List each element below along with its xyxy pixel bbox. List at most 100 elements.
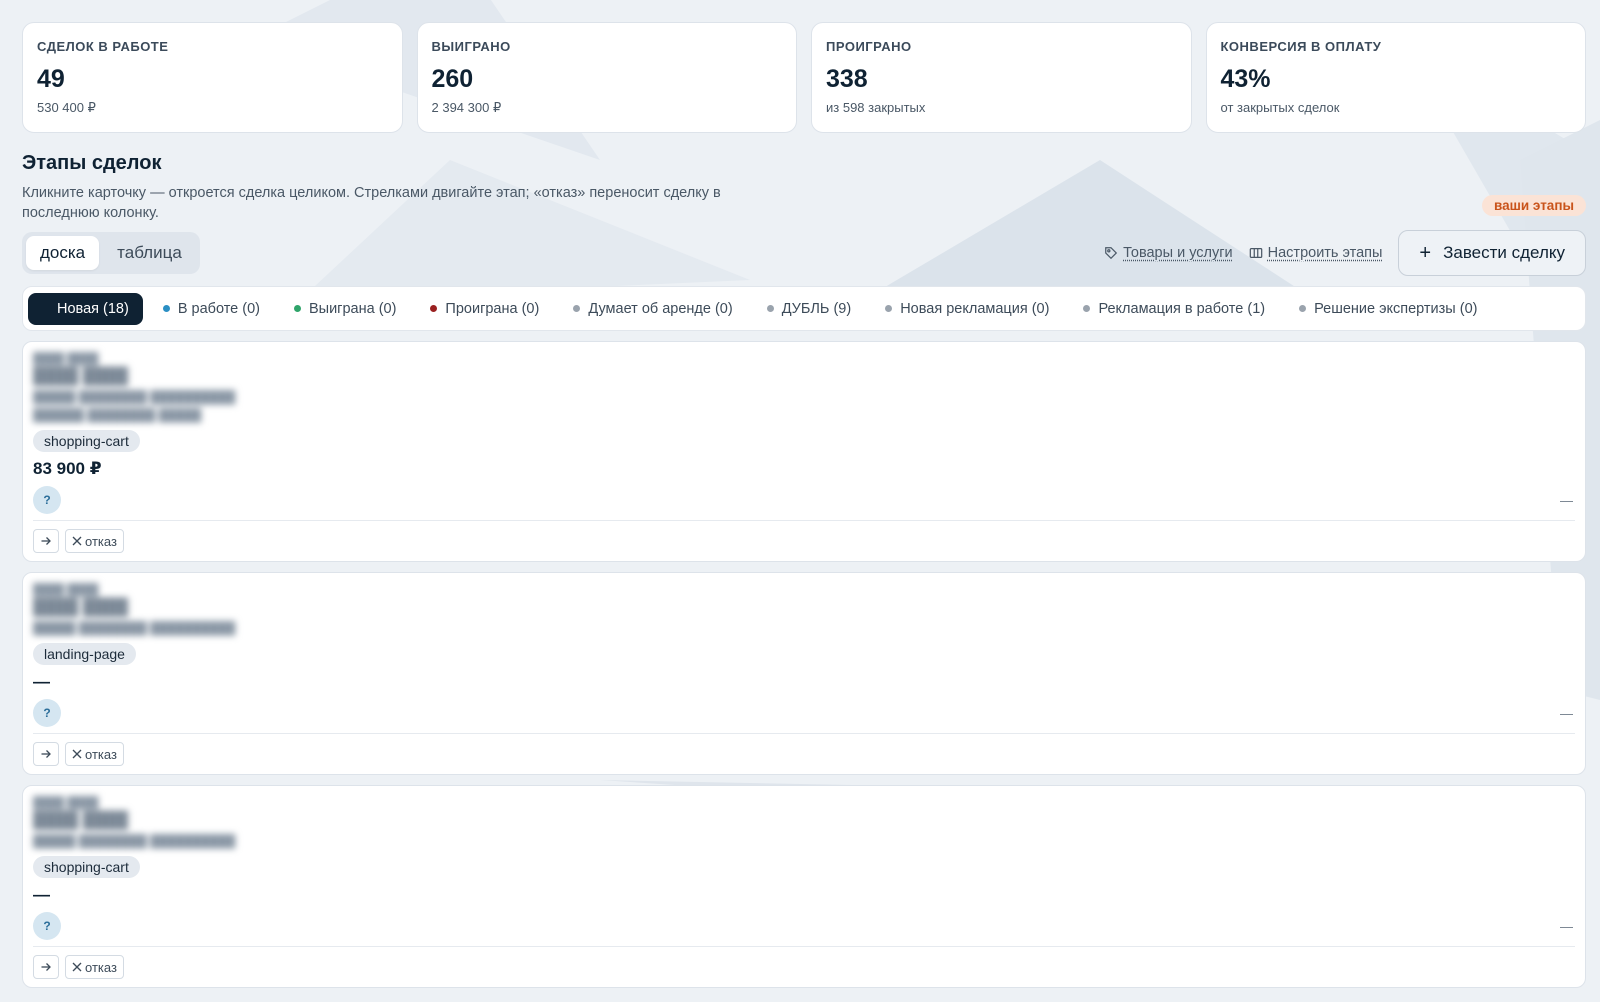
stat-label: ПРОИГРАНО [826,39,912,54]
deal-tag: landing-page [33,643,136,665]
configure-stages-label: Настроить этапы [1267,245,1383,261]
your-stages-badge: ваши этапы [1481,195,1586,216]
reject-button[interactable]: отказ [65,955,124,979]
deal-owner-row: ? — [33,486,1575,520]
deal-date: — [1560,918,1573,934]
deal-actions: отказ [33,520,1575,561]
blurred-detail: █████ ████████ ██████████ [33,834,236,848]
move-stage-button[interactable] [33,742,59,766]
arrow-right-icon [41,537,51,545]
stat-card-in-progress: СДЕЛОК В РАБОТЕ 49 530 400 ₽ [22,22,403,133]
stage-tab-label: Новая (18) [57,300,129,317]
stat-label: СДЕЛОК В РАБОТЕ [37,39,169,54]
section-title: Этапы сделок [22,152,162,174]
stat-card-conversion: КОНВЕРСИЯ В ОПЛАТУ 43% от закрытых сдело… [1205,22,1586,133]
avatar[interactable]: ? [33,486,61,514]
products-link[interactable]: Товары и услуги [1104,245,1233,261]
stage-tab[interactable]: Решение экспертизы (0) [1285,293,1491,325]
stat-sub: из 598 закрытых [826,100,926,115]
stage-tab[interactable]: ДУБЛЬ (9) [753,293,866,325]
stage-tab-label: Проиграна (0) [445,300,540,317]
deal-amount: 83 900 ₽ [33,459,102,478]
deal-actions: отказ [33,733,1575,774]
stat-sub: 530 400 ₽ [37,100,96,115]
stage-tab[interactable]: Рекламация в работе (1) [1069,293,1279,325]
stat-value: 260 [431,65,474,93]
stage-tab[interactable]: Новая (18) [28,292,143,325]
move-stage-button[interactable] [33,955,59,979]
close-icon [72,536,82,546]
stage-tab-label: Думает об аренде (0) [588,300,733,317]
blurred-content: ████ ████ ████ ████ █████ ████████ ███████… [33,796,1575,850]
arrow-right-icon [41,963,51,971]
stage-tab-label: Решение экспертизы (0) [1314,300,1478,317]
deal-owner-row: ? — [33,912,1575,946]
reject-button[interactable]: отказ [65,529,124,553]
stage-tab-label: Новая рекламация (0) [900,300,1050,317]
blurred-title: ████ ████ [33,368,129,385]
stat-sub: от закрытых сделок [1220,100,1340,115]
new-deal-button[interactable]: + Завести сделку [1398,230,1586,276]
configure-stages-link[interactable]: Настроить этапы [1249,245,1383,261]
stage-tab[interactable]: Проиграна (0) [416,293,553,325]
stat-sub: 2 394 300 ₽ [431,100,502,115]
deal-date: — [1560,492,1573,508]
stage-dot-icon [162,305,170,312]
stage-tab[interactable]: Новая рекламация (0) [871,293,1063,325]
stat-value: 43% [1220,65,1271,93]
deal-date: — [1560,705,1573,721]
stage-dot-icon [1299,305,1307,312]
stage-tab-label: Выиграна (0) [308,300,397,317]
deal-card[interactable]: ████ ████ ████ ████ █████ ████████ ███████… [22,572,1586,775]
deal-owner-row: ? — [33,699,1575,733]
stage-tab[interactable]: Думает об аренде (0) [559,293,746,325]
deal-tag: shopping-cart [33,856,140,878]
stage-dot-icon [766,305,774,312]
plus-icon: + [1419,241,1432,264]
stage-tab[interactable]: Выиграна (0) [280,293,410,325]
deal-amount: — [33,885,50,904]
stat-label: КОНВЕРСИЯ В ОПЛАТУ [1220,39,1382,54]
deal-card[interactable]: ████ ████ ████ ████ █████ ████████ ███████… [22,341,1586,562]
stage-dot-icon [293,305,301,312]
section-description: Кликните карточку — откроется сделка цел… [22,185,721,221]
board-toolbar: доска таблица Товары и услуги Настроить … [22,229,1586,277]
move-stage-button[interactable] [33,529,59,553]
close-icon [72,749,82,759]
view-board-button[interactable]: доска [26,236,100,270]
deal-actions: отказ [33,946,1575,987]
avatar[interactable]: ? [33,699,61,727]
close-icon [72,962,82,972]
view-toggle: доска таблица [22,232,200,274]
deal-card[interactable]: ████ ████ ████ ████ █████ ████████ ███████… [22,785,1586,988]
blurred-detail: █████ ████████ ██████████ [33,621,236,635]
blurred-detail: █████ ████████ ██████████ [33,390,236,404]
blurred-content: ████ ████ ████ ████ █████ ████████ ███████… [33,583,1575,637]
stats-row: СДЕЛОК В РАБОТЕ 49 530 400 ₽ ВЫИГРАНО 26… [22,22,1586,133]
stage-dot-icon [885,305,893,312]
arrow-right-icon [41,750,51,758]
stat-value: 49 [37,65,65,93]
stat-card-lost: ПРОИГРАНО 338 из 598 закрытых [811,22,1192,133]
view-table-button[interactable]: таблица [103,236,196,270]
blurred-title: ████ ████ [33,812,129,829]
blurred-meta: ████ ████ [33,584,99,596]
blurred-title: ████ ████ [33,599,129,616]
stage-dot-icon [430,305,438,312]
reject-button[interactable]: отказ [65,742,124,766]
stage-tab[interactable]: В работе (0) [149,293,274,325]
tag-icon [1105,247,1118,260]
stage-tab-label: В работе (0) [177,300,260,317]
new-deal-label: Завести сделку [1443,243,1565,262]
stage-dot-icon [573,305,581,312]
stat-label: ВЫИГРАНО [431,39,511,54]
blurred-content: ████ ████ ████ ████ █████ ████████ ███████… [33,352,1575,424]
stat-card-won: ВЫИГРАНО 260 2 394 300 ₽ [416,22,797,133]
avatar[interactable]: ? [33,912,61,940]
reject-label: отказ [85,533,117,549]
stat-value: 338 [826,65,868,93]
columns-icon [1249,248,1262,258]
deal-tag: shopping-cart [33,430,140,452]
stage-dot-icon [1083,305,1091,312]
stage-tabs: Новая (18) В работе (0) Выиграна (0) Проигр… [22,286,1586,331]
